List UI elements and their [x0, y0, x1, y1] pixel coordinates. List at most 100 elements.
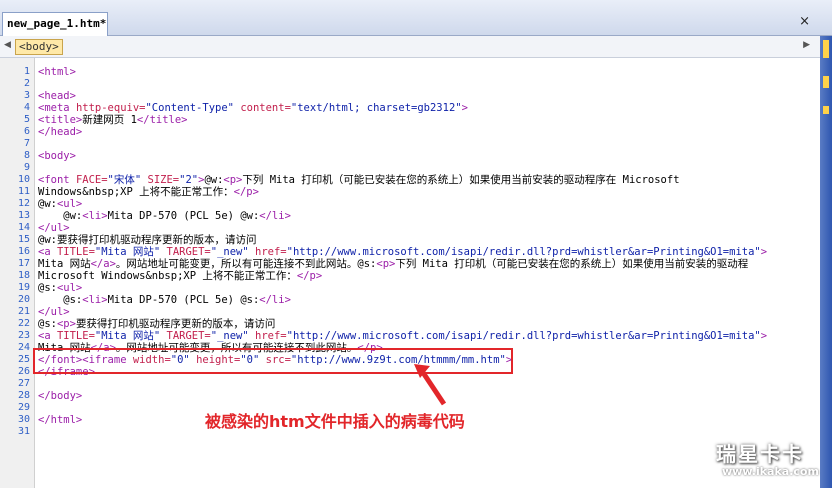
code-token: >	[760, 330, 768, 342]
scroll-left-icon[interactable]: ◀	[4, 40, 11, 50]
line-number: 11	[17, 186, 30, 197]
code-line: </ul>	[38, 222, 70, 234]
code-token: "Mita 网站"	[94, 246, 161, 258]
code-line: <html>	[38, 66, 76, 78]
line-number: 24	[17, 342, 30, 353]
line-number: 21	[17, 306, 30, 317]
code-token: href=	[248, 330, 287, 342]
line-number: 12	[17, 198, 30, 209]
panel-marker	[823, 106, 829, 114]
watermark-url: www.ikaka.com	[722, 465, 819, 478]
code-line: <body>	[38, 150, 76, 162]
line-number: 7	[23, 138, 30, 149]
code-token: @w:	[38, 210, 83, 222]
code-token: </ul>	[38, 222, 70, 234]
line-number: 5	[23, 114, 30, 125]
code-token: </p>	[233, 186, 259, 198]
code-token: "_new"	[210, 330, 249, 342]
code-token: >	[461, 102, 468, 114]
editor-tab-bar: new_page_1.htm* ×	[0, 0, 832, 36]
code-token: Mita DP-570 (PCL 5e) @s:	[107, 294, 260, 306]
code-token: 下列 Mita 打印机（可能已安装在您的系统上）如果使用当前安装的驱动程	[395, 258, 749, 270]
line-number: 17	[17, 258, 30, 269]
code-token: @s:	[38, 282, 57, 294]
code-token: "text/html; charset=gb2312"	[290, 102, 462, 114]
line-number: 22	[17, 318, 30, 329]
code-token: "http://www.microsoft.com/isapi/redir.dl…	[286, 246, 761, 258]
code-token: FACE=	[75, 174, 108, 186]
line-number: 1	[23, 66, 30, 77]
line-number: 4	[23, 102, 30, 113]
code-token: <p>	[223, 174, 243, 186]
code-token: TARGET=	[160, 246, 211, 258]
code-token: Mita DP-570 (PCL 5e) @w:	[107, 210, 260, 222]
code-line: @w:<li>Mita DP-570 (PCL 5e) @w:</li>	[38, 210, 291, 222]
line-number: 10	[17, 174, 30, 185]
line-number: 27	[17, 378, 30, 389]
code-token: "宋体"	[107, 174, 142, 186]
code-token: "_new"	[210, 246, 249, 258]
code-line: @s:<p>要获得打印机驱动程序更新的版本，请访问	[38, 318, 275, 330]
code-token: 。网站地址可能变更，所以有可能连接不到此网站。@s:	[115, 258, 377, 270]
code-token: <html>	[38, 66, 76, 78]
code-line: Microsoft Windows&nbsp;XP 上将不能正常工作：</p>	[38, 270, 322, 282]
code-token: TARGET=	[160, 330, 211, 342]
line-number: 31	[17, 426, 30, 437]
line-number: 30	[17, 414, 30, 425]
code-token: <body>	[38, 150, 76, 162]
line-number: 26	[17, 366, 30, 377]
line-number: 23	[17, 330, 30, 341]
scroll-right-icon[interactable]: ▶	[803, 40, 810, 50]
code-line: Windows&nbsp;XP 上将不能正常工作：</p>	[38, 186, 259, 198]
line-number: 9	[23, 162, 30, 173]
code-token: TITLE=	[56, 246, 95, 258]
code-token: <a	[38, 246, 57, 258]
line-number: 29	[17, 402, 30, 413]
code-token: "Mita 网站"	[94, 330, 161, 342]
code-token: 下列 Mita 打印机（可能已安装在您的系统上）如果使用当前安装的驱动程序在 M…	[242, 174, 680, 186]
close-icon[interactable]: ×	[799, 14, 810, 29]
code-line: <a TITLE="Mita 网站" TARGET="_new" href="h…	[38, 246, 767, 258]
code-token: <head>	[38, 90, 76, 102]
code-token: <p>	[56, 318, 76, 330]
code-token: <meta	[38, 102, 76, 114]
side-panel-strip[interactable]	[820, 36, 832, 488]
watermark-brand: 瑞星卡卡	[716, 442, 804, 466]
tag-chip-body[interactable]: <body>	[15, 39, 63, 55]
code-token: <a	[38, 330, 57, 342]
line-number: 16	[17, 246, 30, 257]
code-line: @s:<li>Mita DP-570 (PCL 5e) @s:</li>	[38, 294, 291, 306]
line-number: 19	[17, 282, 30, 293]
code-token: </head>	[38, 126, 83, 138]
watermark: 瑞星卡卡 www.ikaka.com	[700, 438, 820, 482]
code-token: >	[760, 246, 768, 258]
code-token: 要获得打印机驱动程序更新的版本，请访问	[75, 318, 276, 330]
panel-marker	[823, 40, 829, 58]
code-token: <title>	[38, 114, 83, 126]
code-token: "http://www.microsoft.com/isapi/redir.dl…	[286, 330, 761, 342]
tag-selector-bar: ◀ <body> ▶	[0, 36, 832, 58]
code-token: <font	[38, 174, 76, 186]
code-token: Microsoft Windows&nbsp;XP 上将不能正常工作：	[38, 270, 297, 282]
code-token: </a>	[90, 258, 116, 270]
code-token: </p>	[296, 270, 323, 282]
line-number: 2	[23, 78, 30, 89]
code-line: <font FACE="宋体" SIZE="2">@w:<p>下列 Mita 打…	[38, 174, 680, 186]
code-token: @w:要获得打印机驱动程序更新的版本，请访问	[38, 234, 257, 246]
code-line: </html>	[38, 414, 82, 426]
code-token: @s:	[38, 318, 57, 330]
code-token: TITLE=	[56, 330, 95, 342]
code-line: @s:<ul>	[38, 282, 82, 294]
code-token: Mita 网站	[38, 258, 91, 270]
code-token: SIZE=	[141, 174, 180, 186]
code-line: <head>	[38, 90, 76, 102]
line-number: 13	[17, 210, 30, 221]
code-token: href=	[248, 246, 287, 258]
line-number: 14	[17, 222, 30, 233]
code-line: <meta http-equiv="Content-Type" content=…	[38, 102, 468, 114]
annotation-caption: 被感染的htm文件中插入的病毒代码	[205, 412, 465, 431]
code-line: <a TITLE="Mita 网站" TARGET="_new" href="h…	[38, 330, 767, 342]
tab-new-page[interactable]: new_page_1.htm*	[2, 12, 108, 36]
code-line: <title>新建网页 1</title>	[38, 114, 188, 126]
line-number: 3	[23, 90, 30, 101]
